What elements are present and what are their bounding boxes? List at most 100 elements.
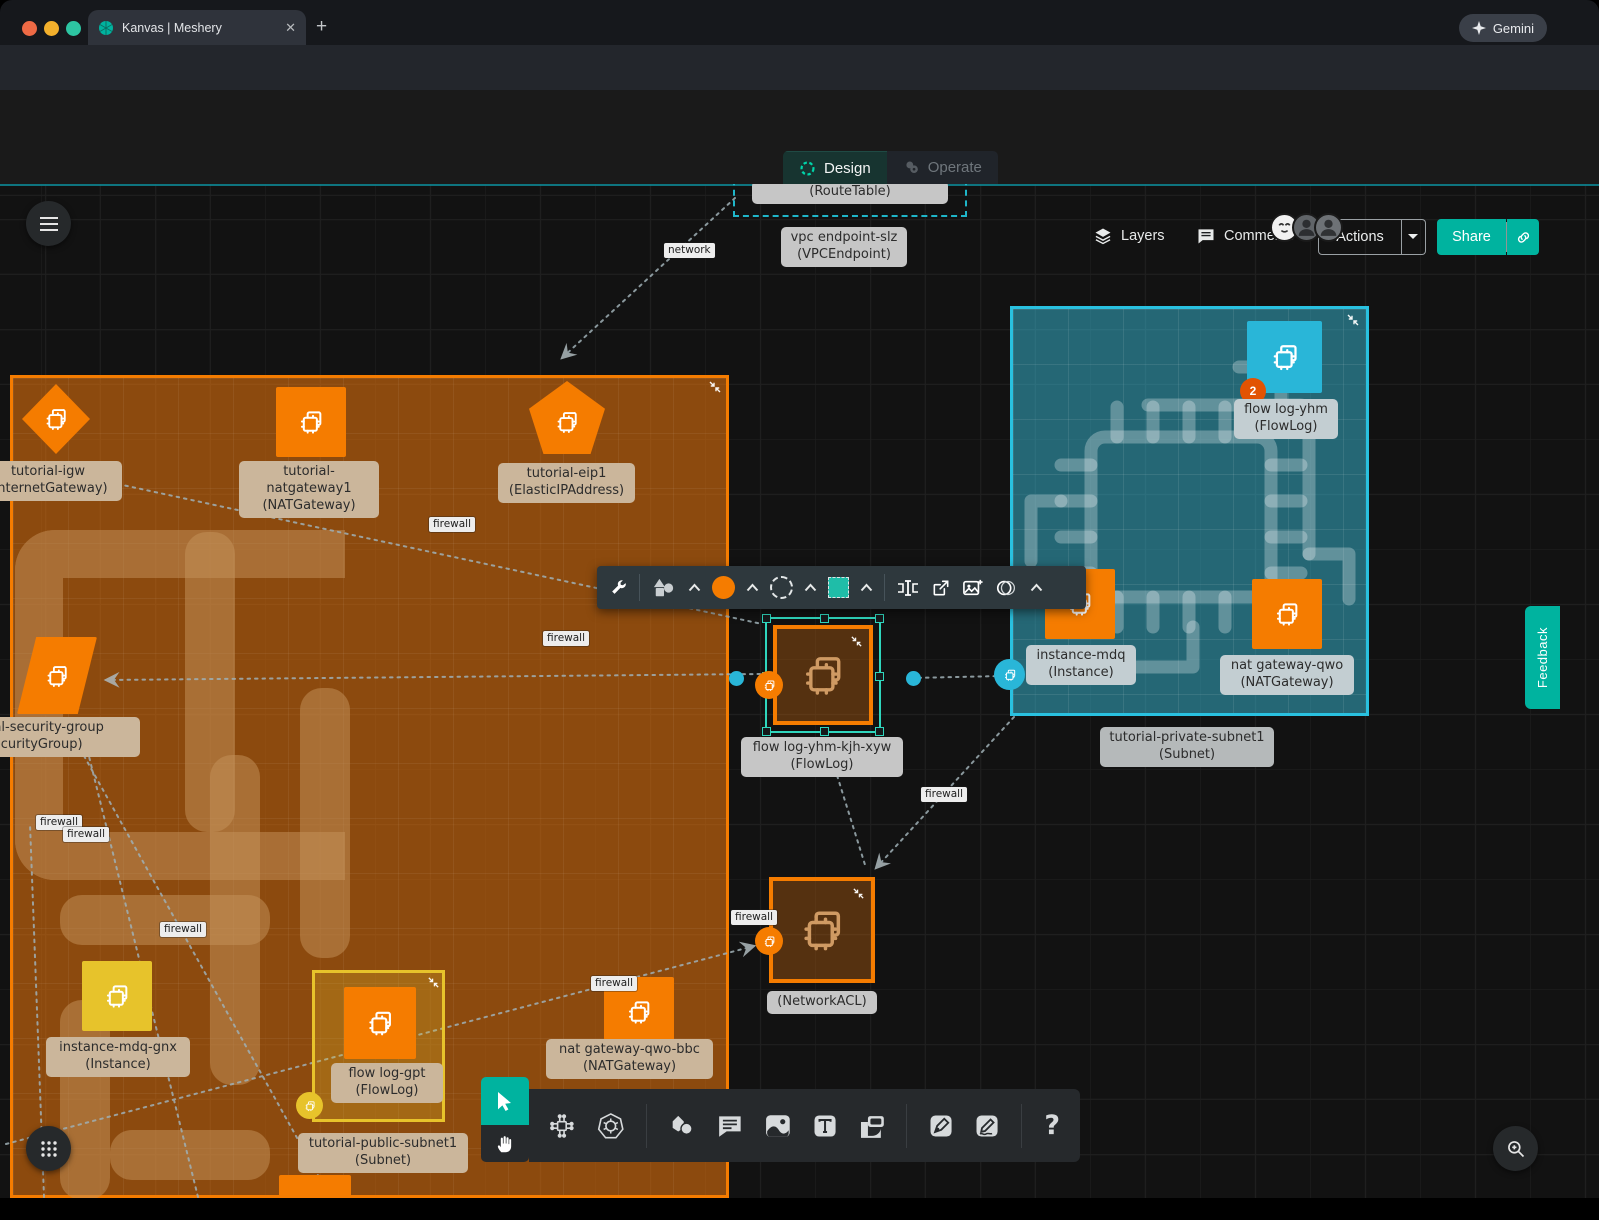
shapes-tool-icon[interactable]: [669, 1112, 695, 1140]
browser-tab-strip: Kanvas | Meshery ✕ + Gemini: [0, 0, 1599, 45]
text-tool-icon[interactable]: [813, 1112, 837, 1140]
maximize-window-light[interactable]: [66, 21, 81, 36]
node-label-flowlog-selected[interactable]: flow log-yhm-kjh-xyw(FlowLog): [741, 737, 903, 777]
edge-label-network[interactable]: network: [664, 243, 715, 258]
pen-tool-icon[interactable]: [929, 1112, 953, 1140]
merge-lasso-icon[interactable]: [995, 578, 1019, 598]
node-label-flowlog-gpt[interactable]: flow log-gpt(FlowLog): [331, 1063, 443, 1103]
edge-label-firewall[interactable]: firewall: [591, 976, 637, 991]
new-tab-button[interactable]: +: [316, 16, 327, 38]
shapes-picker-icon[interactable]: [651, 577, 677, 599]
node-label-instance-mdq[interactable]: instance-mdq(Instance): [1026, 645, 1136, 685]
chevron-up-icon[interactable]: [860, 583, 873, 592]
node-flow-log-yhm-kjh-xyw[interactable]: [773, 625, 873, 725]
minimize-window-light[interactable]: [44, 21, 59, 36]
node-label-natgateway1[interactable]: tutorial-natgateway1(NATGateway): [239, 461, 379, 518]
node-color-swatch[interactable]: [712, 576, 735, 599]
image-add-icon[interactable]: [962, 578, 984, 598]
node-network-acl[interactable]: [769, 877, 875, 983]
open-in-new-icon[interactable]: [931, 578, 951, 598]
collapse-icon[interactable]: [1346, 313, 1360, 327]
hamburger-icon: [39, 216, 59, 232]
resize-handle[interactable]: [820, 727, 829, 736]
tab-close-icon[interactable]: ✕: [285, 20, 296, 36]
node-instance-mdq-gnx[interactable]: [82, 961, 152, 1031]
edge-label-firewall[interactable]: firewall: [429, 517, 475, 532]
node-label-instance-mdq-gnx[interactable]: instance-mdq-gnx(Instance): [46, 1037, 190, 1077]
flowlog-gpt-badge[interactable]: [296, 1092, 323, 1119]
actions-dropdown-button[interactable]: [1401, 219, 1426, 255]
resize-handle[interactable]: [762, 614, 771, 623]
flowlog-selected-badge[interactable]: [755, 671, 783, 699]
chip-icon: [363, 1006, 397, 1040]
close-window-light[interactable]: [22, 21, 37, 36]
resize-handle[interactable]: [875, 672, 884, 681]
edge-label-firewall[interactable]: firewall: [160, 922, 206, 937]
gemini-button[interactable]: Gemini: [1459, 14, 1547, 42]
node-partial-bottom[interactable]: [279, 1175, 351, 1198]
tab-operate[interactable]: Operate: [887, 151, 998, 184]
node-label-vpc-endpoint[interactable]: vpc endpoint-slz(VPCEndpoint): [781, 227, 907, 267]
pan-tool-button[interactable]: [481, 1125, 529, 1162]
resize-handle[interactable]: [762, 727, 771, 736]
image-tool-icon[interactable]: [765, 1112, 791, 1140]
design-canvas[interactable]: Layers Comments Actions Share (RouteTabl…: [0, 184, 1599, 1198]
collapse-icon[interactable]: [708, 380, 722, 394]
collapse-icon[interactable]: [427, 976, 440, 989]
node-flow-log-gpt[interactable]: [344, 987, 416, 1059]
collapse-icon[interactable]: [852, 887, 865, 900]
chevron-down-icon: [1407, 233, 1419, 241]
node-label-flowlog-yhm[interactable]: flow log-yhm(FlowLog): [1234, 399, 1338, 439]
edge-label-firewall[interactable]: firewall: [63, 827, 109, 842]
node-nat-gateway-qwo[interactable]: [1252, 579, 1322, 649]
collapse-icon[interactable]: [850, 635, 863, 648]
share-link-button[interactable]: [1507, 219, 1539, 255]
group-label-public-subnet[interactable]: tutorial-public-subnet1(Subnet): [298, 1133, 468, 1173]
node-label-routetable[interactable]: (RouteTable): [752, 184, 948, 204]
collaborator-avatar[interactable]: [1314, 213, 1343, 242]
pencil-tool-icon[interactable]: [975, 1112, 999, 1140]
widgets-grid-button[interactable]: [26, 1126, 71, 1171]
connection-dot[interactable]: [729, 671, 744, 686]
network-acl-badge[interactable]: [755, 927, 783, 955]
tab-design[interactable]: Design: [783, 151, 887, 184]
rename-icon[interactable]: [896, 578, 920, 598]
components-circuit-icon[interactable]: [549, 1111, 575, 1141]
configure-wrench-icon[interactable]: [609, 578, 628, 597]
comment-tool-icon[interactable]: [717, 1112, 743, 1140]
browser-tab[interactable]: Kanvas | Meshery ✕: [88, 10, 306, 45]
sticky-note-tool-icon[interactable]: [859, 1112, 885, 1140]
node-label-network-acl[interactable]: (NetworkACL): [767, 991, 877, 1014]
help-button[interactable]: ?: [1044, 1110, 1060, 1141]
edge-label-firewall[interactable]: firewall: [543, 631, 589, 646]
fill-swatch[interactable]: [828, 577, 849, 598]
connection-dot[interactable]: [906, 671, 921, 686]
share-button[interactable]: Share: [1437, 219, 1506, 255]
resize-handle[interactable]: [820, 614, 829, 623]
edge-label-firewall[interactable]: firewall: [731, 910, 777, 925]
node-label-eip1[interactable]: tutorial-eip1(ElasticIPAddress): [498, 463, 635, 503]
chevron-up-icon[interactable]: [688, 583, 701, 592]
node-label-natgateway-qwo-bbc[interactable]: nat gateway-qwo-bbc(NATGateway): [546, 1039, 713, 1079]
chevron-up-icon[interactable]: [804, 583, 817, 592]
node-tutorial-natgateway1[interactable]: [276, 387, 346, 457]
node-label-natgateway-qwo[interactable]: nat gateway-qwo(NATGateway): [1220, 655, 1354, 695]
meshery-favicon: [98, 20, 114, 36]
kubernetes-icon[interactable]: [597, 1110, 625, 1142]
chevron-up-icon[interactable]: [1030, 583, 1043, 592]
subnet-border-badge[interactable]: [994, 659, 1025, 690]
select-tool-button[interactable]: [481, 1077, 529, 1125]
group-label-private-subnet[interactable]: tutorial-private-subnet1(Subnet): [1100, 727, 1274, 767]
node-label-security-group[interactable]: tutorial-security-group(SecurityGroup): [0, 717, 140, 757]
zoom-search-button[interactable]: [1493, 1126, 1538, 1171]
resize-handle[interactable]: [875, 727, 884, 736]
edge-label-firewall[interactable]: firewall: [921, 787, 967, 802]
border-style-swatch[interactable]: [770, 576, 793, 599]
feedback-tab[interactable]: Feedback: [1525, 606, 1560, 709]
node-label-igw[interactable]: tutorial-igw(InternetGateway): [0, 461, 122, 501]
resize-handle[interactable]: [875, 614, 884, 623]
layers-button[interactable]: Layers: [1093, 226, 1165, 246]
chevron-up-icon[interactable]: [746, 583, 759, 592]
canvas-menu-button[interactable]: [26, 201, 71, 246]
chip-icon: [623, 996, 655, 1028]
